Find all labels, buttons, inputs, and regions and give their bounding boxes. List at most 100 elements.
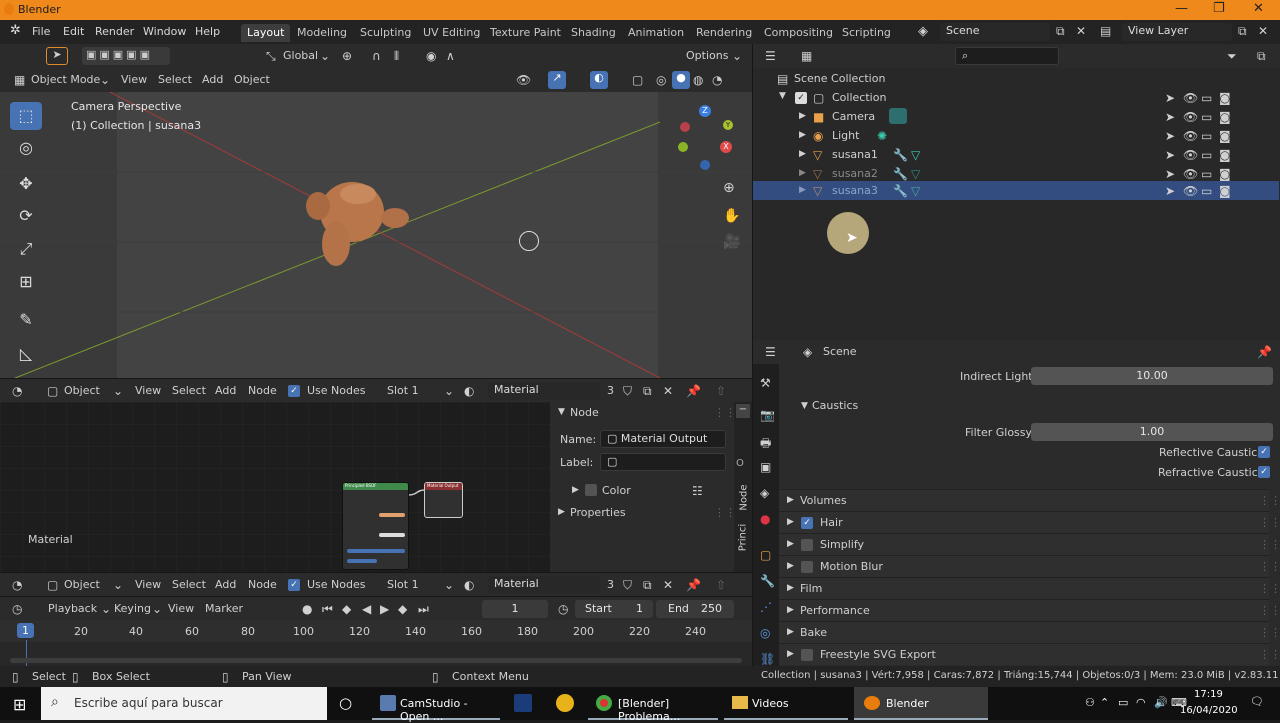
node-menu-add[interactable]: Add <box>215 578 236 591</box>
tool-measure[interactable]: ◺ <box>10 340 42 368</box>
collapse-icon[interactable]: − <box>736 404 750 418</box>
menu-file[interactable]: File <box>32 25 50 38</box>
monitor-icon[interactable]: ▭ <box>1201 167 1212 181</box>
filter-glossy-slider[interactable]: 1.00 <box>1031 423 1273 441</box>
taskbar-camstudio[interactable]: CamStudio - Open ... <box>372 687 500 723</box>
light-data-icon[interactable]: ✺ <box>877 129 887 143</box>
render-camera-icon[interactable]: ◙ <box>1219 91 1231 105</box>
tab-texture-paint[interactable]: Texture Paint <box>484 24 567 42</box>
object-tab-icon[interactable]: ▢ <box>760 548 771 562</box>
taskbar-search-box[interactable]: ⌕ Escribe aquí para buscar <box>41 687 327 720</box>
keying-menu[interactable]: Keying <box>114 602 151 615</box>
monitor-icon[interactable]: ▭ <box>1201 129 1212 143</box>
tab-compositing[interactable]: Compositing <box>758 24 839 42</box>
delete-scene-icon[interactable]: ✕ <box>1076 24 1086 38</box>
parent-node-tree-icon[interactable]: ⇧ <box>716 384 726 398</box>
editor-type-icon[interactable]: ☰ <box>765 49 776 63</box>
chevron-right-icon[interactable]: ▶ <box>799 185 806 195</box>
timeline-area[interactable]: 1 20 40 60 80 100 120 140 160 180 200 22… <box>0 620 752 666</box>
shader-type-dropdown[interactable]: Object <box>64 578 100 591</box>
view-layer-icon[interactable]: ▤ <box>1100 24 1111 38</box>
gizmo-toggle-icon[interactable]: ↗ <box>548 71 566 89</box>
view-layer-tab-icon[interactable]: ▣ <box>760 460 771 474</box>
new-scene-icon[interactable]: ⧉ <box>1056 24 1065 39</box>
end-frame-field[interactable]: End 250 <box>656 600 734 618</box>
node-menu-node[interactable]: Node <box>248 578 277 591</box>
tool-move[interactable]: ✥ <box>10 170 42 198</box>
tab-uv-editing[interactable]: UV Editing <box>417 24 486 42</box>
hair-checkbox[interactable]: ✓ <box>801 517 813 529</box>
tab-sculpting[interactable]: Sculpting <box>354 24 417 42</box>
monitor-icon[interactable]: ▭ <box>1201 110 1212 124</box>
principled-bsdf-node[interactable]: Principled BSDF <box>342 482 409 570</box>
scene-tab-icon[interactable]: ◈ <box>760 486 769 500</box>
node-label-field[interactable]: ▢ <box>600 453 726 471</box>
network-icon[interactable]: ◠ <box>1136 696 1146 709</box>
editor-type-icon[interactable]: ◔ <box>12 578 22 592</box>
xray-icon[interactable]: ▢ <box>632 73 643 87</box>
delete-view-layer-icon[interactable]: ✕ <box>1258 24 1268 38</box>
node-menu-add[interactable]: Add <box>215 384 236 397</box>
section-film[interactable]: ▶ Film ⋮⋮ <box>779 577 1280 599</box>
tool-transform[interactable]: ⊞ <box>10 268 42 296</box>
cortana-icon[interactable]: ○ <box>339 694 352 712</box>
particles-tab-icon[interactable]: ⋰ <box>760 600 772 614</box>
mode-dropdown[interactable]: Object Mode <box>31 73 100 86</box>
material-sphere-icon[interactable]: ◐ <box>464 578 474 592</box>
show-hidden-icons[interactable]: ⌃ <box>1100 696 1109 709</box>
render-camera-icon[interactable]: ◙ <box>1219 184 1231 198</box>
shader-type-dropdown[interactable]: Object <box>64 384 100 397</box>
drag-handle-icon[interactable]: ⋮⋮ <box>1259 494 1280 507</box>
section-motion-blur[interactable]: ▶ Motion Blur ⋮⋮ <box>779 555 1280 577</box>
volume-icon[interactable]: 🔊 <box>1154 696 1168 709</box>
tool-annotate[interactable]: ✎ <box>10 306 42 334</box>
gizmo-neg-x[interactable] <box>680 122 690 132</box>
selection-mode-icons[interactable]: ▣▣▣▣▣ <box>82 47 170 65</box>
node-menu-select[interactable]: Select <box>172 578 206 591</box>
outliner-row-scene-collection[interactable]: ▤ Scene Collection <box>753 69 1279 88</box>
playback-menu[interactable]: Playback <box>48 602 97 615</box>
section-volumes[interactable]: ▶ Volumes ⋮⋮ <box>779 489 1280 511</box>
chevron-right-icon[interactable]: ▶ <box>572 485 579 495</box>
select-icon[interactable]: ➤ <box>1165 129 1175 143</box>
node-menu-view[interactable]: View <box>135 578 161 591</box>
timeline-scrollbar[interactable] <box>10 658 742 663</box>
chevron-down-icon[interactable]: ▼ <box>801 401 808 411</box>
motion-blur-checkbox[interactable] <box>801 561 813 573</box>
new-view-layer-icon[interactable]: ⧉ <box>1238 24 1247 39</box>
windows-start-icon[interactable]: ⊞ <box>13 695 26 714</box>
gizmo-z-axis[interactable]: Z <box>699 105 711 117</box>
base-color-swatch[interactable] <box>379 513 405 517</box>
fake-user-shield-icon[interactable]: ⛉ <box>623 578 632 593</box>
render-camera-icon[interactable]: ◙ <box>1219 148 1231 162</box>
eye-icon[interactable]: 👁 <box>1183 129 1198 143</box>
subsurface-color-swatch[interactable] <box>379 533 405 537</box>
blender-menu-icon[interactable]: ✲ <box>10 23 21 38</box>
select-icon[interactable]: ➤ <box>1165 184 1175 198</box>
select-icon[interactable]: ➤ <box>1165 167 1175 181</box>
overlay-toggle-icon[interactable]: ◐ <box>590 71 608 89</box>
tab-modeling[interactable]: Modeling <box>291 24 353 42</box>
monitor-icon[interactable]: ▭ <box>1201 184 1212 198</box>
monitor-icon[interactable]: ▭ <box>1201 148 1212 162</box>
filter-icon[interactable]: ⏷ <box>1227 49 1237 64</box>
material-users-count[interactable]: 3 <box>607 578 614 591</box>
physics-tab-icon[interactable]: ◎ <box>760 626 770 640</box>
jump-end-icon[interactable]: ⏭ <box>418 602 429 617</box>
indirect-light-slider[interactable]: 10.00 <box>1031 367 1273 385</box>
section-performance[interactable]: ▶ Performance ⋮⋮ <box>779 599 1280 621</box>
use-nodes-checkbox[interactable]: ✓ <box>288 385 300 397</box>
options-dropdown[interactable]: Options <box>686 49 728 62</box>
material-shading-icon[interactable]: ◍ <box>693 73 703 87</box>
start-frame-field[interactable]: Start 1 <box>575 600 653 618</box>
visibility-icon[interactable]: 👁 <box>516 73 531 87</box>
drag-handle-icon[interactable]: ⋮⋮ <box>714 506 736 519</box>
mesh-data-icon[interactable]: ▽ <box>911 167 920 181</box>
gizmo-neg-y[interactable] <box>678 142 688 152</box>
eye-icon[interactable]: 👁 <box>1183 91 1198 105</box>
node-name-field[interactable]: ▢ Material Output <box>600 430 726 448</box>
tab-shading[interactable]: Shading <box>565 24 622 42</box>
gizmo-y-axis[interactable]: Y <box>723 120 733 130</box>
drag-handle-icon[interactable]: ⋮⋮ <box>1259 648 1280 661</box>
wireframe-shading-icon[interactable]: ◎ <box>656 73 666 87</box>
